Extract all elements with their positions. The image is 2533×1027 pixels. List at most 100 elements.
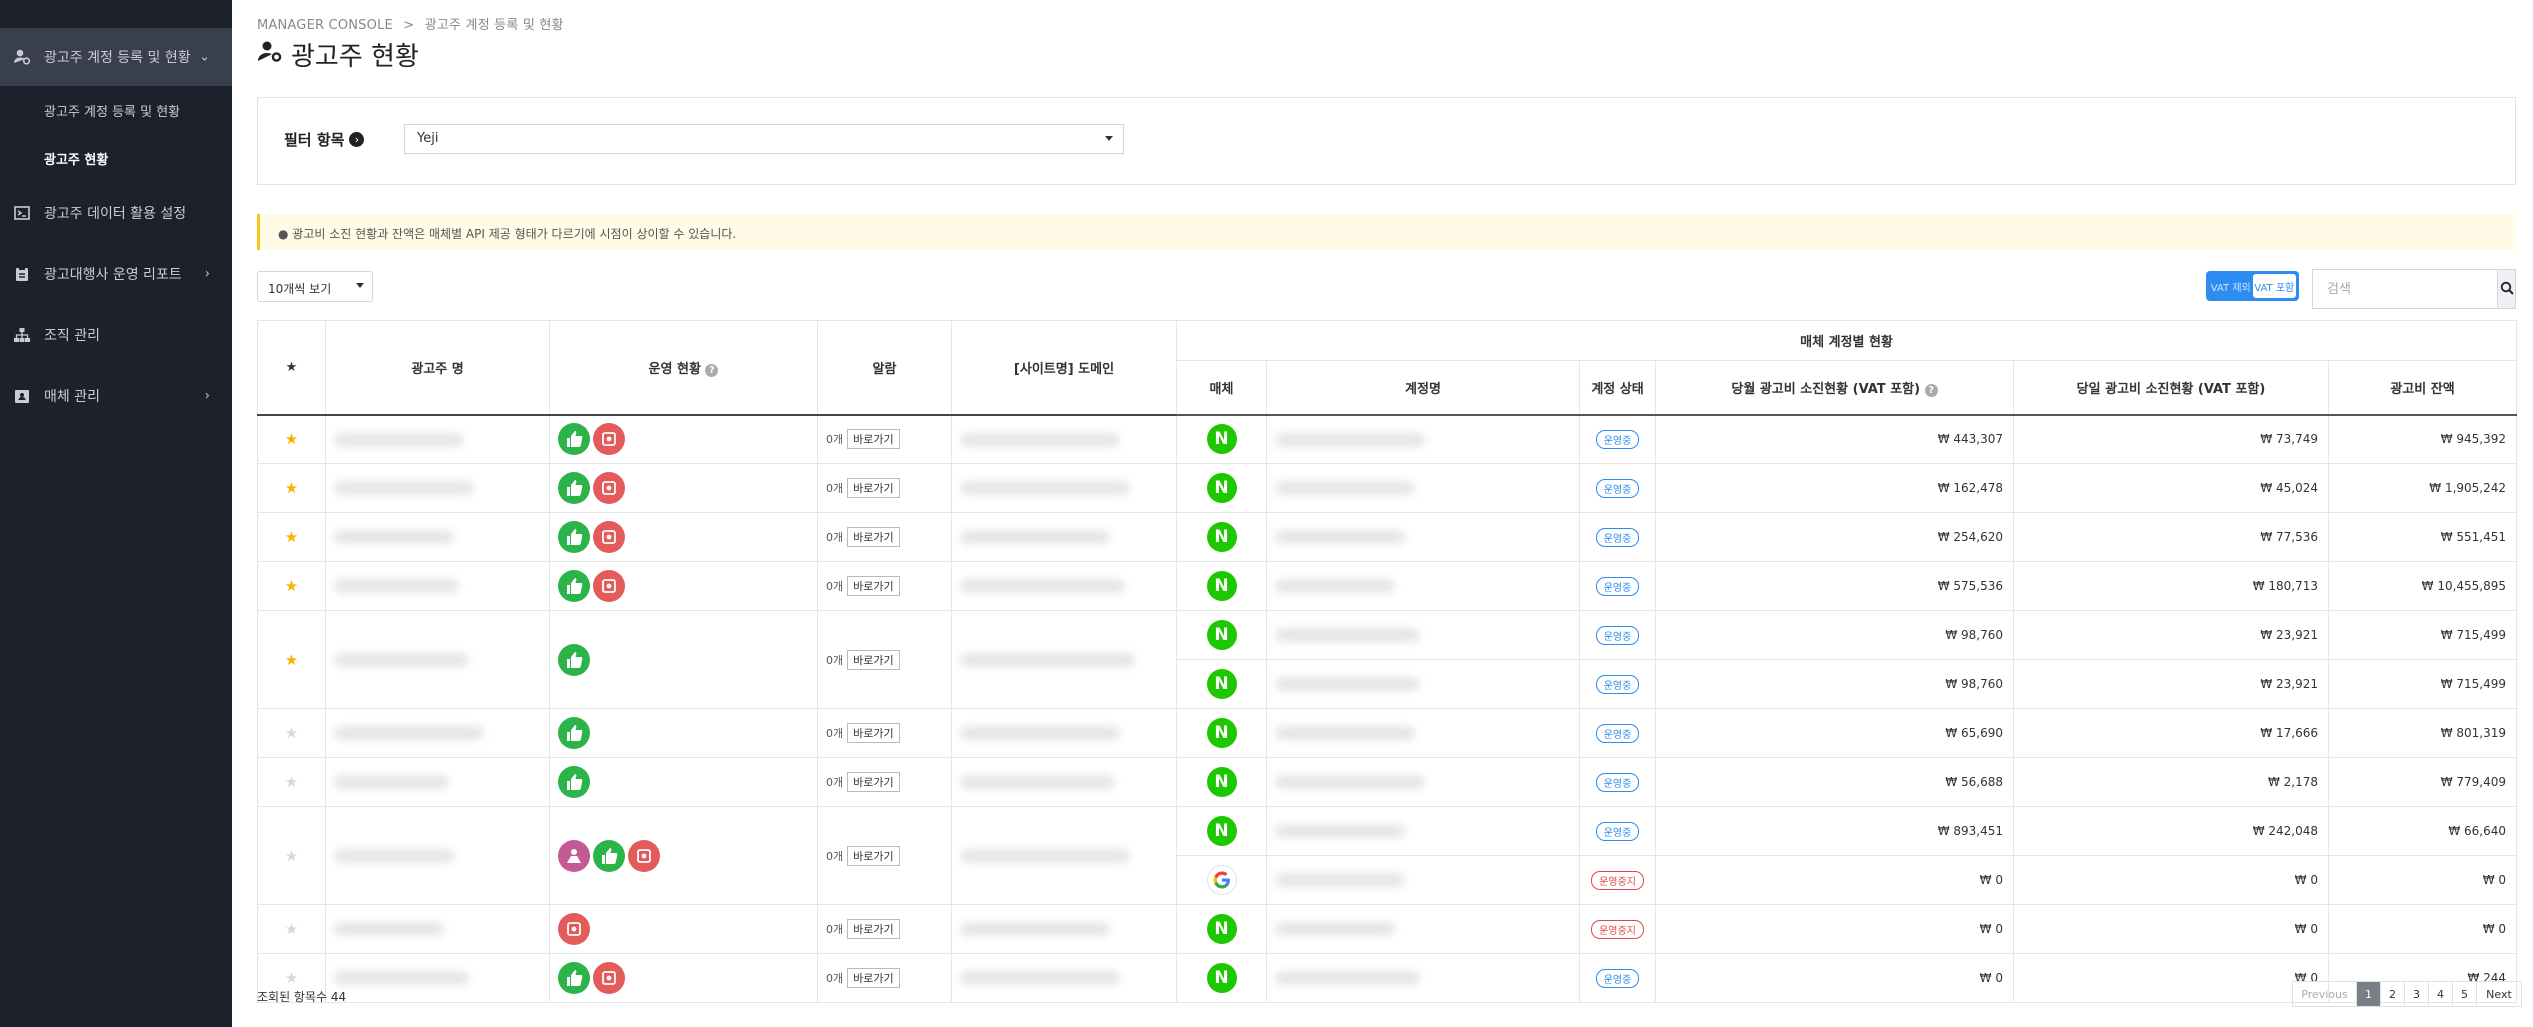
star-icon[interactable]: ★ [285,773,298,791]
star-icon[interactable]: ★ [285,528,298,546]
go-button[interactable]: 바로가기 [847,723,900,743]
go-button[interactable]: 바로가기 [847,478,900,498]
pagination-page[interactable]: 5 [2453,982,2477,1006]
naver-ads-icon[interactable] [593,839,625,872]
cell-alarm: 0개 바로가기 [817,414,952,464]
kakao-ads-icon[interactable] [593,423,625,456]
naver-ads-icon[interactable] [558,717,590,749]
breadcrumb-page[interactable]: 광고주 계정 등록 및 현황 [425,18,564,33]
sidebar-item-data-settings[interactable]: 광고주 데이터 활용 설정 [0,182,232,243]
naver-icon: N [1206,571,1237,601]
naver-ads-icon[interactable] [558,570,590,602]
kakao-ads-icon[interactable] [558,913,590,945]
cell-balance: ₩ 945,392 [2327,414,2518,464]
cell-domain [951,414,1177,464]
filter-select[interactable]: Yeji [404,124,1124,154]
cell-ops [549,806,818,905]
cell-month-spend: ₩ 98,760 [1655,659,2014,709]
kakao-ads-icon[interactable] [593,472,625,504]
arrow-circle-right-icon[interactable]: › [349,132,365,147]
naver-ads-icon[interactable] [558,521,590,553]
pagination-previous[interactable]: Previous [2293,982,2357,1006]
naver-ads-icon[interactable] [558,643,590,676]
cell-media: N [1176,953,1267,1003]
go-button[interactable]: 바로가기 [847,649,900,670]
sidebar-item-media[interactable]: 매체 관리 › [0,365,232,426]
naver-icon: N [1206,963,1237,993]
naver-ads-icon[interactable] [558,766,590,798]
meta-ads-icon[interactable] [558,839,590,872]
redacted-account-name [1275,775,1425,790]
cell-star[interactable]: ★ [257,806,326,905]
cell-alarm: 0개 바로가기 [817,953,952,1003]
cell-balance: ₩ 801,319 [2327,708,2518,758]
pagination-page[interactable]: 1 [2357,982,2381,1006]
go-button[interactable]: 바로가기 [847,576,900,596]
go-button[interactable]: 바로가기 [847,772,900,792]
ops-icons [550,521,817,553]
alarm-group: 0개 바로가기 [818,576,951,596]
cell-media: N [1176,708,1267,758]
kakao-ads-icon[interactable] [593,570,625,602]
redacted-advertiser-name [334,726,484,741]
naver-icon: N [1206,914,1237,944]
pagination-page[interactable]: 4 [2429,982,2453,1006]
cell-star[interactable]: ★ [257,512,326,562]
cell-star[interactable]: ★ [257,708,326,758]
star-icon[interactable]: ★ [285,724,298,742]
naver-ads-icon[interactable] [558,423,590,456]
breadcrumb-root[interactable]: MANAGER CONSOLE [257,18,393,33]
pagination-next[interactable]: Next [2477,982,2521,1006]
redacted-account-name [1275,677,1420,692]
kakao-ads-icon[interactable] [593,962,625,994]
vat-include-option[interactable]: VAT 포함 [2252,274,2296,298]
star-icon[interactable]: ★ [285,479,298,497]
sidebar-item-advertiser-accounts[interactable]: 광고주 계정 등록 및 현황 ⌄ [0,28,232,86]
alarm-count: 0개 [826,923,844,936]
sidebar-subitem-account-register[interactable]: 광고주 계정 등록 및 현황 [0,86,232,134]
go-button[interactable]: 바로가기 [847,845,900,866]
col-star[interactable]: ★ [257,320,326,415]
pagination-page[interactable]: 2 [2381,982,2405,1006]
question-circle-icon[interactable]: ? [705,363,719,377]
per-page-select[interactable]: 10개씩 보기 [257,271,373,302]
col-media: 매체 [1176,360,1267,416]
cell-ops [549,610,818,709]
vat-exclude-option[interactable]: VAT 제외 [2209,274,2253,298]
kakao-ads-icon[interactable] [628,839,660,872]
vat-toggle[interactable]: VAT 제외 VAT 포함 [2206,271,2299,301]
star-icon[interactable]: ★ [285,430,298,448]
kakao-ads-icon[interactable] [593,521,625,553]
star-icon[interactable]: ★ [285,920,298,938]
go-button[interactable]: 바로가기 [847,919,900,939]
cell-star[interactable]: ★ [257,561,326,611]
go-button[interactable]: 바로가기 [847,429,900,450]
star-icon[interactable]: ★ [285,969,298,987]
alarm-group: 0개 바로가기 [818,478,951,498]
sidebar-item-org[interactable]: 조직 관리 [0,304,232,365]
go-button[interactable]: 바로가기 [847,527,900,547]
table-row: ★ 0개 바로가기 N 운영중 ₩ 575,536 ₩ 180,713 ₩ 10,455,89… [257,561,2518,611]
star-icon[interactable]: ★ [285,577,298,595]
cell-star[interactable]: ★ [257,904,326,954]
sidebar-subitem-advertiser-status[interactable]: 광고주 현황 [0,134,232,182]
naver-ads-icon[interactable] [558,472,590,504]
cell-star[interactable]: ★ [257,414,326,464]
ops-icons [550,423,817,456]
search-button[interactable] [2497,270,2515,308]
cell-star[interactable]: ★ [257,610,326,709]
sidebar-item-label: 광고대행사 운영 리포트 [44,266,182,283]
search-input[interactable] [2313,270,2497,308]
pagination-page[interactable]: 3 [2405,982,2429,1006]
go-button[interactable]: 바로가기 [847,968,900,988]
star-icon[interactable]: ★ [285,651,298,669]
question-circle-icon[interactable]: ? [1924,383,1938,397]
naver-ads-icon[interactable] [558,962,590,994]
cell-account [1266,610,1580,660]
star-icon[interactable]: ★ [285,847,298,865]
cell-star[interactable]: ★ [257,463,326,513]
cell-advertiser [325,708,550,758]
sidebar-item-agency-report[interactable]: 광고대행사 운영 리포트 › [0,243,232,304]
redacted-account-name [1275,481,1415,496]
cell-star[interactable]: ★ [257,757,326,807]
